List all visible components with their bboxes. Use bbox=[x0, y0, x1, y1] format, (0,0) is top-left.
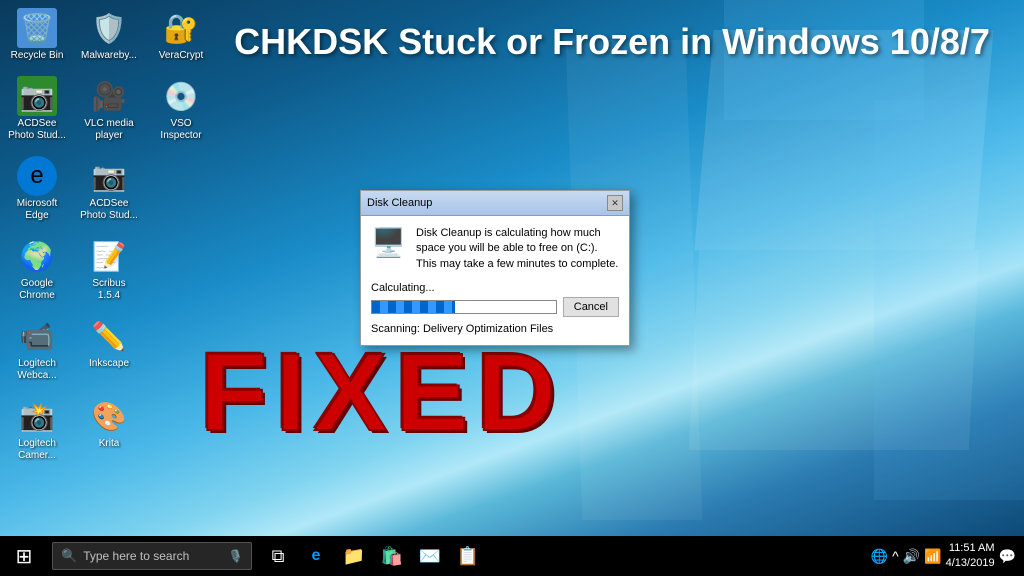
malwarebytes-icon: 🛡️ bbox=[89, 8, 129, 48]
icon-row-1: 🗑️ Recycle Bin 🛡️ Malwareby... 🔐 VeraCry… bbox=[5, 5, 213, 65]
recycle-bin-icon: 🗑️ bbox=[17, 8, 57, 48]
clock[interactable]: 11:51 AM 4/13/2019 bbox=[946, 541, 995, 572]
desktop-icon-acdsee2[interactable]: 📷 ACDSee Photo Stud... bbox=[77, 153, 141, 225]
dialog-body: 🖥️ Disk Cleanup is calculating how much … bbox=[361, 216, 629, 345]
progress-bar bbox=[371, 300, 557, 314]
acdsee2-icon: 📷 bbox=[89, 156, 129, 196]
logitech-label: Logitech Webca... bbox=[8, 358, 66, 382]
taskbar-store[interactable]: 🛍️ bbox=[374, 538, 410, 574]
tray-icons: 🌐 ^ 🔊 📶 bbox=[871, 548, 942, 565]
recycle-bin-label: Recycle Bin bbox=[11, 50, 64, 62]
progress-bar-fill bbox=[372, 301, 455, 313]
search-placeholder-text: Type here to search bbox=[83, 549, 189, 563]
krita-label: Krita bbox=[99, 438, 120, 450]
inkscape-label: Inkscape bbox=[89, 358, 129, 370]
veracrypt-icon: 🔐 bbox=[161, 8, 201, 48]
network-status-icon[interactable]: 📶 bbox=[924, 548, 941, 565]
store-icon: 🛍️ bbox=[381, 546, 403, 567]
desktop-icon-logitech-cam[interactable]: 📸 Logitech Camer... bbox=[5, 393, 69, 465]
icon-row-4: 🌍 Google Chrome 📝 Scribus 1.5.4 bbox=[5, 233, 213, 305]
page-title: CHKDSK Stuck or Frozen in Windows 10/8/7 bbox=[220, 20, 1004, 63]
desktop-icon-veracrypt[interactable]: 🔐 VeraCrypt bbox=[149, 5, 213, 65]
logitech-webcam-icon: 📹 bbox=[17, 316, 57, 356]
desktop-icon-edge[interactable]: e Microsoft Edge bbox=[5, 153, 69, 225]
vso-label: VSO Inspector bbox=[152, 118, 210, 142]
edge-icon: e bbox=[17, 156, 57, 196]
desktop-icon-vso[interactable]: 💿 VSO Inspector bbox=[149, 73, 213, 145]
icon-row-2: 📷 ACDSee Photo Stud... 🎥 VLC media playe… bbox=[5, 73, 213, 145]
acdsee-label: ACDSee Photo Stud... bbox=[8, 118, 66, 142]
taskbar-task-view[interactable]: ⧉ bbox=[260, 538, 296, 574]
chrome-label: Google Chrome bbox=[8, 278, 66, 302]
dialog-titlebar: Disk Cleanup ✕ bbox=[361, 191, 629, 216]
network-icon[interactable]: 🌐 bbox=[871, 548, 888, 565]
start-button[interactable]: ⊞ bbox=[0, 536, 48, 576]
file-explorer-icon: 📁 bbox=[343, 546, 365, 567]
malwarebytes-label: Malwareby... bbox=[81, 50, 137, 62]
microphone-icon: 🎙️ bbox=[228, 549, 243, 563]
windows-logo-icon: ⊞ bbox=[16, 544, 33, 569]
dialog-title: Disk Cleanup bbox=[367, 197, 432, 209]
desktop-icon-logitech[interactable]: 📹 Logitech Webca... bbox=[5, 313, 69, 385]
logitech-cam-label: Logitech Camer... bbox=[8, 438, 66, 462]
system-tray: 🌐 ^ 🔊 📶 11:51 AM 4/13/2019 💬 bbox=[871, 541, 1024, 572]
logitech-cam-icon: 📸 bbox=[17, 396, 57, 436]
edge-taskbar-icon: e bbox=[312, 547, 321, 565]
volume-icon[interactable]: 🔊 bbox=[903, 548, 920, 565]
desktop-icon-malwarebytes[interactable]: 🛡️ Malwareby... bbox=[77, 5, 141, 65]
dialog-content-row: 🖥️ Disk Cleanup is calculating how much … bbox=[371, 226, 619, 272]
desktop-icon-scribus[interactable]: 📝 Scribus 1.5.4 bbox=[77, 233, 141, 305]
taskbar-file-explorer[interactable]: 📁 bbox=[336, 538, 372, 574]
desktop: CHKDSK Stuck or Frozen in Windows 10/8/7… bbox=[0, 0, 1024, 536]
clock-time: 11:51 AM bbox=[946, 541, 995, 556]
scribus-label: Scribus 1.5.4 bbox=[80, 278, 138, 302]
chrome-icon: 🌍 bbox=[17, 236, 57, 276]
taskbar-mail[interactable]: ✉️ bbox=[412, 538, 448, 574]
notification-center-icon[interactable]: 💬 bbox=[999, 548, 1016, 565]
cancel-button[interactable]: Cancel bbox=[563, 297, 619, 317]
taskbar-search[interactable]: 🔍 Type here to search 🎙️ bbox=[52, 542, 252, 570]
chevron-up-icon[interactable]: ^ bbox=[892, 548, 899, 564]
hdd-icon: 🖥️ bbox=[371, 226, 406, 272]
desktop-icon-vlc[interactable]: 🎥 VLC media player bbox=[77, 73, 141, 145]
app6-icon: 📋 bbox=[457, 546, 479, 567]
dialog-message: Disk Cleanup is calculating how much spa… bbox=[416, 226, 619, 272]
icon-row-5: 📹 Logitech Webca... ✏️ Inkscape bbox=[5, 313, 213, 385]
acdsee2-label: ACDSee Photo Stud... bbox=[80, 198, 138, 222]
clock-date: 4/13/2019 bbox=[946, 556, 995, 571]
vlc-icon: 🎥 bbox=[89, 76, 129, 116]
krita-icon: 🎨 bbox=[89, 396, 129, 436]
desktop-icon-krita[interactable]: 🎨 Krita bbox=[77, 393, 141, 465]
disk-cleanup-dialog: Disk Cleanup ✕ 🖥️ Disk Cleanup is calcul… bbox=[360, 190, 630, 346]
desktop-icon-recycle-bin[interactable]: 🗑️ Recycle Bin bbox=[5, 5, 69, 65]
progress-row: Cancel bbox=[371, 297, 619, 317]
search-icon: 🔍 bbox=[61, 548, 77, 564]
dialog-close-button[interactable]: ✕ bbox=[607, 195, 623, 211]
veracrypt-label: VeraCrypt bbox=[159, 50, 203, 62]
taskbar-app6[interactable]: 📋 bbox=[450, 538, 486, 574]
fixed-text: FIXED bbox=[200, 329, 564, 456]
vlc-label: VLC media player bbox=[80, 118, 138, 142]
taskbar-pinned-apps: ⧉ e 📁 🛍️ ✉️ 📋 bbox=[260, 538, 486, 574]
inkscape-icon: ✏️ bbox=[89, 316, 129, 356]
taskbar-edge[interactable]: e bbox=[298, 538, 334, 574]
task-view-icon: ⧉ bbox=[272, 546, 285, 567]
scanning-label: Scanning: Delivery Optimization Files bbox=[371, 323, 619, 335]
calculating-label: Calculating... bbox=[371, 282, 619, 294]
scribus-icon: 📝 bbox=[89, 236, 129, 276]
edge-label: Microsoft Edge bbox=[8, 198, 66, 222]
progress-section: Calculating... Cancel Scanning: Delivery… bbox=[371, 282, 619, 335]
desktop-icons-area: 🗑️ Recycle Bin 🛡️ Malwareby... 🔐 VeraCry… bbox=[5, 5, 213, 465]
mail-icon: ✉️ bbox=[419, 546, 441, 567]
taskbar: ⊞ 🔍 Type here to search 🎙️ ⧉ e 📁 🛍️ ✉️ 📋… bbox=[0, 536, 1024, 576]
acdsee-icon: 📷 bbox=[17, 76, 57, 116]
desktop-icon-inkscape[interactable]: ✏️ Inkscape bbox=[77, 313, 141, 385]
icon-row-3: e Microsoft Edge 📷 ACDSee Photo Stud... bbox=[5, 153, 213, 225]
desktop-icon-acdsee[interactable]: 📷 ACDSee Photo Stud... bbox=[5, 73, 69, 145]
vso-icon: 💿 bbox=[161, 76, 201, 116]
desktop-icon-chrome[interactable]: 🌍 Google Chrome bbox=[5, 233, 69, 305]
icon-row-6: 📸 Logitech Camer... 🎨 Krita bbox=[5, 393, 213, 465]
